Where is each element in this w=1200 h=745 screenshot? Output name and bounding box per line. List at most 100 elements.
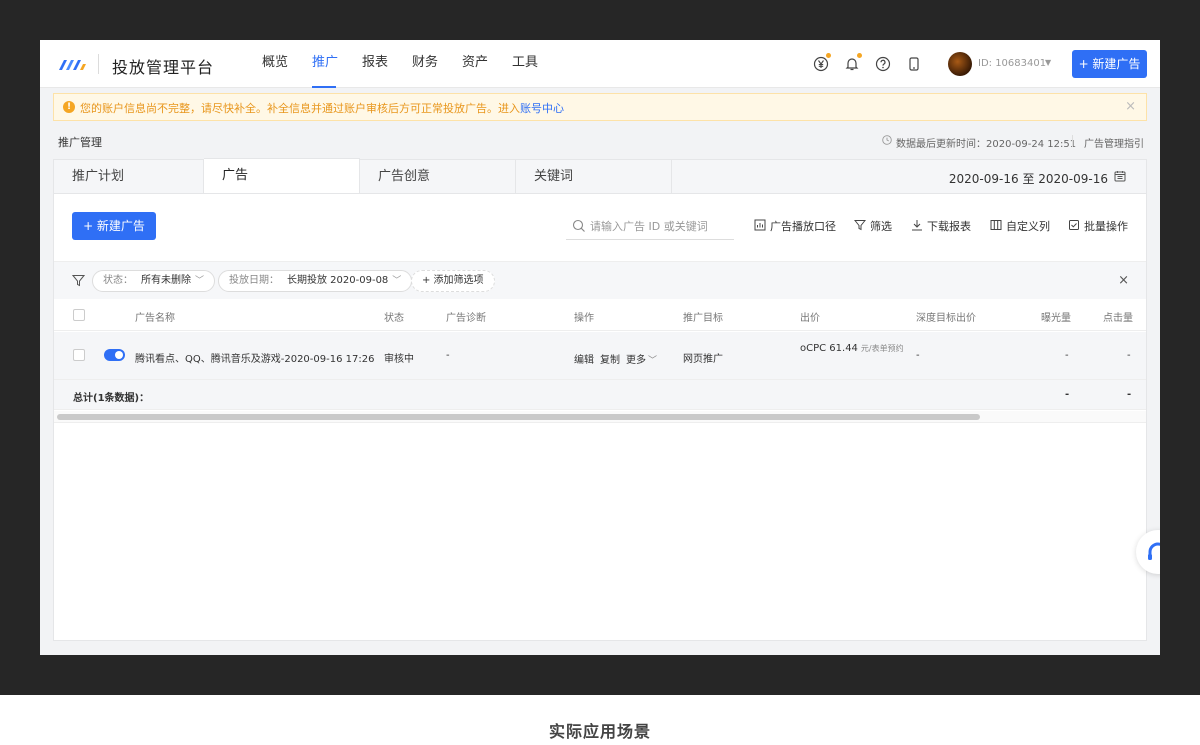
- new-ad-button[interactable]: + 新建广告: [72, 212, 156, 240]
- deep-bid-value: -: [916, 350, 920, 361]
- close-icon[interactable]: ×: [1118, 273, 1129, 288]
- tab-keywords[interactable]: 关键词: [516, 160, 672, 194]
- status-filter-key: 状态：: [103, 275, 133, 286]
- bid-unit: 元/表单预约: [860, 344, 904, 353]
- logo-divider: [98, 54, 99, 74]
- column-header[interactable]: 广告诊断: [446, 309, 486, 324]
- total-impressions: -: [1065, 389, 1070, 400]
- presentation-frame: 投放管理平台 概览 推广 报表 财务 资产 工具 ID: 10683401 ▼ …: [0, 0, 1200, 695]
- more-action[interactable]: 更多 ﹀: [626, 351, 657, 366]
- column-header[interactable]: 深度目标出价: [916, 309, 976, 324]
- add-filter-chip[interactable]: + 添加筛选项: [411, 270, 495, 292]
- bell-icon[interactable]: [844, 53, 862, 72]
- app-logo[interactable]: [58, 56, 88, 72]
- app-window: 投放管理平台 概览 推广 报表 财务 资产 工具 ID: 10683401 ▼ …: [40, 40, 1160, 655]
- date-filter-value: 长期投放 2020-09-08: [287, 275, 389, 286]
- row-checkbox[interactable]: [73, 349, 85, 361]
- headset-icon: [1148, 542, 1160, 560]
- bid-amount: oCPC 61.44: [800, 343, 858, 354]
- nav-overview[interactable]: 概览: [262, 40, 312, 88]
- column-header[interactable]: 曝光量: [1041, 309, 1071, 324]
- top-navbar: 投放管理平台 概览 推广 报表 财务 资产 工具 ID: 10683401 ▼ …: [40, 40, 1160, 88]
- copy-action[interactable]: 复制: [600, 351, 620, 366]
- column-header[interactable]: 广告名称: [135, 309, 175, 324]
- batch-icon: [1069, 220, 1079, 230]
- date-range-picker[interactable]: 2020-09-16 至 2020-09-16: [949, 170, 1108, 187]
- filter-icon: [72, 275, 85, 287]
- column-header[interactable]: 状态: [384, 309, 404, 324]
- clicks-value: -: [1127, 350, 1131, 361]
- horizontal-scrollbar[interactable]: [54, 411, 1146, 423]
- avatar[interactable]: [948, 52, 972, 76]
- notification-dot: [857, 53, 862, 58]
- nav-assets[interactable]: 资产: [462, 40, 512, 88]
- help-icon[interactable]: [875, 56, 891, 72]
- total-label: 总计(1条数据)：: [73, 393, 150, 404]
- main-card: 推广计划 广告 广告创意 关键词 2020-09-16 至 2020-09-16…: [53, 158, 1147, 641]
- playback-metric-button[interactable]: 广告播放口径: [754, 218, 836, 234]
- last-update-time: 数据最后更新时间：2020-09-24 12:51: [896, 139, 1077, 150]
- column-header[interactable]: 推广目标: [683, 309, 723, 324]
- search-input[interactable]: [590, 216, 730, 236]
- download-report-button[interactable]: 下载报表: [911, 218, 971, 234]
- nav-finance[interactable]: 财务: [412, 40, 462, 88]
- date-filter-chip[interactable]: 投放日期： 长期投放 2020-09-08 ﹀: [218, 270, 413, 292]
- status-filter-value: 所有未删除: [141, 275, 191, 286]
- figure-caption: 实际应用场景: [548, 722, 651, 741]
- yuan-icon[interactable]: [813, 53, 831, 72]
- tab-ads[interactable]: 广告: [204, 158, 360, 193]
- column-header[interactable]: 操作: [574, 309, 594, 324]
- search-box: [566, 212, 734, 240]
- batch-operation-button[interactable]: 批量操作: [1068, 218, 1128, 234]
- ad-enable-toggle[interactable]: [104, 349, 125, 361]
- new-ad-button-top[interactable]: + 新建广告: [1072, 50, 1147, 78]
- account-center-link[interactable]: 账号中心: [520, 102, 564, 115]
- nav-tools[interactable]: 工具: [512, 40, 562, 88]
- filter-bar: 状态： 所有未删除 ﹀ 投放日期： 长期投放 2020-09-08 ﹀ + 添加筛选项 …: [54, 261, 1146, 299]
- ad-status: 审核中: [384, 354, 414, 365]
- notification-dot: [826, 53, 831, 58]
- more-action-label: 更多: [626, 355, 646, 366]
- playback-metric-label: 广告播放口径: [770, 220, 836, 233]
- tab-bar: 推广计划 广告 广告创意 关键词 2020-09-16 至 2020-09-16: [54, 158, 1146, 194]
- columns-icon: [990, 220, 1002, 230]
- table-row: 腾讯看点、QQ、腾讯音乐及游戏-2020-09-16 17:26 审核中 - 编…: [54, 332, 1146, 380]
- table-total-row: 总计(1条数据)： - -: [54, 380, 1146, 410]
- filter-button[interactable]: 筛选: [854, 218, 892, 234]
- search-icon: [572, 219, 585, 232]
- nav-reports[interactable]: 报表: [362, 40, 412, 88]
- download-icon: [912, 220, 922, 231]
- tab-campaigns[interactable]: 推广计划: [54, 160, 204, 194]
- ad-name[interactable]: 腾讯看点、QQ、腾讯音乐及游戏-2020-09-16 17:26: [135, 350, 374, 365]
- custom-columns-button[interactable]: 自定义列: [990, 218, 1050, 234]
- tab-creatives[interactable]: 广告创意: [360, 160, 516, 194]
- close-icon[interactable]: ×: [1125, 99, 1136, 114]
- chevron-down-icon: ﹀: [392, 276, 402, 286]
- calendar-icon[interactable]: [1114, 170, 1126, 182]
- nav-promotion[interactable]: 推广: [312, 40, 362, 88]
- status-filter-chip[interactable]: 状态： 所有未删除 ﹀: [92, 270, 216, 292]
- scrollbar-thumb[interactable]: [57, 414, 980, 420]
- select-all-checkbox[interactable]: [73, 309, 85, 321]
- app-title: 投放管理平台: [112, 58, 215, 77]
- header-divider: [1072, 135, 1073, 147]
- column-header[interactable]: 出价: [800, 309, 820, 324]
- edit-action[interactable]: 编辑: [574, 351, 594, 366]
- main-nav: 概览 推广 报表 财务 资产 工具: [262, 40, 562, 88]
- table-header: 广告名称 状态 广告诊断 操作 推广目标 出价 深度目标出价 曝光量 点击量: [54, 299, 1146, 331]
- account-alert: ! 您的账户信息尚不完整，请尽快补全。补全信息并通过账户审核后方可正常投放广告。…: [53, 93, 1147, 121]
- filter-icon: [854, 220, 866, 231]
- mobile-icon[interactable]: [906, 56, 922, 72]
- chart-icon: [754, 219, 766, 231]
- warning-icon: !: [63, 101, 75, 113]
- chevron-down-icon: ﹀: [648, 356, 658, 366]
- bid-value: oCPC 61.44 元/表单预约: [800, 343, 904, 354]
- ad-guide-link[interactable]: 广告管理指引: [1084, 135, 1144, 150]
- alert-text: 您的账户信息尚不完整，请尽快补全。补全信息并通过账户审核后方可正常投放广告。进入: [80, 102, 520, 115]
- user-id[interactable]: ID: 10683401: [978, 58, 1046, 69]
- date-filter-key: 投放日期：: [229, 275, 279, 286]
- column-header[interactable]: 点击量: [1103, 309, 1133, 324]
- caret-down-icon[interactable]: ▼: [1045, 58, 1051, 67]
- customer-service-button[interactable]: [1136, 530, 1160, 574]
- alert-message: 您的账户信息尚不完整，请尽快补全。补全信息并通过账户审核后方可正常投放广告。进入…: [80, 100, 564, 116]
